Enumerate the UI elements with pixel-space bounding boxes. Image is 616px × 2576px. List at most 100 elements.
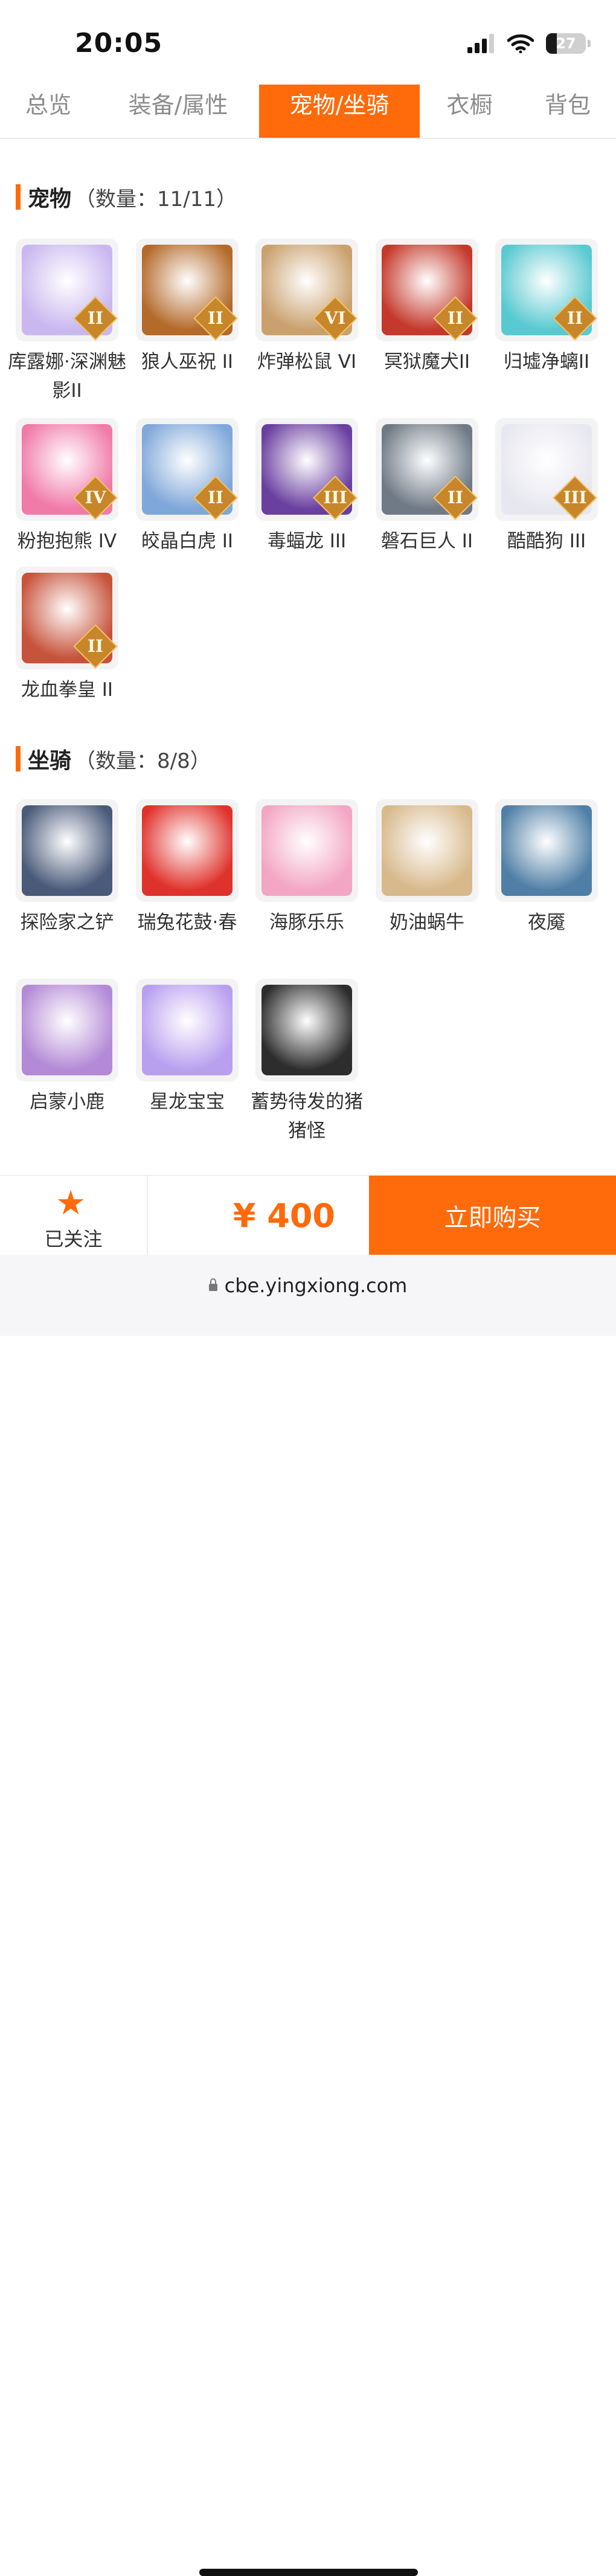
grade-label: II	[207, 488, 224, 507]
item-thumbnail: II	[16, 567, 118, 669]
pet-item[interactable]: II 龙血拳皇 II	[7, 567, 127, 704]
tab-label: 总览	[25, 91, 71, 118]
status-icons: 27	[467, 31, 591, 56]
mount-item[interactable]: 瑞兔花鼓·春	[127, 799, 247, 937]
mount-drum-icon	[142, 805, 233, 896]
item-name: 冥狱魔犬II	[383, 351, 470, 373]
item-thumbnail: IV	[16, 418, 118, 521]
pets-count: （数量：11/11）	[75, 187, 237, 211]
pet-item[interactable]: II 狼人巫祝 II	[127, 239, 247, 376]
mounts-section-title: 坐骑	[28, 749, 72, 773]
pet-item[interactable]: VI 炸弹松鼠 VI	[247, 239, 367, 376]
item-thumbnail: II	[376, 418, 478, 521]
mount-item[interactable]: 启蒙小鹿	[7, 979, 127, 1116]
mount-item[interactable]: 探险家之铲	[7, 799, 127, 937]
item-name: 库露娜·深渊魅影II	[8, 351, 126, 402]
tab-overview[interactable]: 总览	[0, 85, 97, 138]
browser-address-area: cbe.yingxiong.com	[0, 1255, 616, 2576]
pet-item[interactable]: II 磐石巨人 II	[367, 418, 487, 556]
pets-section-header: 宠物 （数量：11/11）	[16, 182, 237, 212]
item-name: 夜魇	[528, 912, 565, 933]
pet-item[interactable]: III 毒蝠龙 III	[247, 418, 367, 556]
tab-label: 背包	[544, 91, 591, 118]
item-thumbnail: III	[255, 418, 358, 521]
item-thumbnail: II	[376, 239, 478, 341]
status-time: 20:05	[75, 28, 163, 59]
pet-item[interactable]: IV 粉抱抱熊 IV	[7, 418, 127, 556]
tab-equipment[interactable]: 装备/属性	[97, 85, 260, 138]
pet-item[interactable]: II 归墟净螭II	[487, 239, 606, 376]
section-accent-bar	[16, 184, 21, 210]
item-name: 蓄势待发的猪猪怪	[251, 1091, 363, 1142]
mount-item[interactable]: 奶油蜗牛	[367, 799, 487, 937]
star-icon: ★	[56, 1183, 86, 1223]
battery-icon: 27	[546, 33, 591, 54]
item-thumbnail	[376, 799, 478, 902]
wifi-icon	[507, 34, 534, 53]
pet-item[interactable]: III 酷酷狗 III	[487, 418, 606, 556]
item-name: 星龙宝宝	[150, 1091, 225, 1113]
mount-pig-icon	[261, 985, 352, 1075]
mount-item[interactable]: 夜魇	[487, 799, 606, 937]
pet-item[interactable]: II 库露娜·深渊魅影II	[7, 239, 127, 405]
follow-button[interactable]: ★ 已关注	[0, 1176, 148, 1255]
item-name: 龙血拳皇 II	[21, 679, 114, 701]
mounts-section-header: 坐骑 （数量：8/8）	[16, 744, 211, 774]
tab-bar: 总览 装备/属性 宠物/坐骑 衣橱 背包	[0, 85, 616, 139]
mount-item[interactable]: 海豚乐乐	[247, 799, 367, 937]
status-bar: 20:05 27	[0, 0, 616, 85]
item-name: 毒蝠龙 III	[267, 530, 347, 552]
grade-label: II	[87, 308, 104, 328]
address-bar[interactable]: cbe.yingxiong.com	[0, 1274, 616, 1297]
item-name: 瑞兔花鼓·春	[137, 912, 237, 933]
item-name: 探险家之铲	[20, 912, 114, 933]
mount-snail-icon	[382, 805, 472, 896]
grade-label: III	[563, 488, 587, 507]
grade-label: II	[447, 488, 464, 507]
item-thumbnail: III	[495, 418, 598, 521]
grade-label: II	[566, 308, 583, 328]
mounts-count: （数量：8/8）	[75, 749, 211, 773]
mount-item[interactable]: 蓄势待发的猪猪怪	[247, 979, 367, 1145]
pet-item[interactable]: II 冥狱魔犬II	[367, 239, 487, 376]
pets-section-title: 宠物	[28, 187, 72, 211]
follow-label: 已关注	[44, 1228, 103, 1251]
item-name: 海豚乐乐	[269, 912, 344, 933]
pet-item[interactable]: II 皎晶白虎 II	[127, 418, 247, 556]
tab-pets-mounts[interactable]: 宠物/坐骑	[259, 85, 420, 138]
mount-dolphin-icon	[261, 805, 352, 896]
item-thumbnail	[136, 799, 239, 902]
battery-level: 27	[556, 35, 576, 52]
mount-shovel-icon	[22, 805, 112, 896]
item-name: 启蒙小鹿	[30, 1091, 104, 1113]
item-thumbnail: VI	[255, 239, 358, 341]
item-thumbnail: II	[136, 239, 239, 341]
item-thumbnail	[255, 799, 358, 902]
mount-star-dragon-icon	[142, 985, 233, 1075]
tab-label: 衣橱	[446, 91, 493, 118]
item-thumbnail	[255, 979, 358, 1081]
mount-item[interactable]: 星龙宝宝	[127, 979, 247, 1116]
home-indicator[interactable]	[199, 2569, 418, 2576]
item-thumbnail: II	[495, 239, 598, 341]
tab-label: 宠物/坐骑	[289, 91, 390, 118]
grade-label: VI	[324, 308, 346, 328]
price: ¥ 400	[233, 1196, 335, 1235]
item-name: 奶油蜗牛	[390, 912, 464, 933]
url-text: cbe.yingxiong.com	[224, 1274, 408, 1297]
tab-backpack[interactable]: 背包	[525, 85, 610, 138]
item-thumbnail: II	[136, 418, 239, 521]
item-name: 狼人巫祝 II	[141, 351, 234, 373]
buy-now-button[interactable]: 立即购买	[369, 1176, 616, 1255]
item-name: 炸弹松鼠 VI	[257, 351, 357, 373]
item-thumbnail: II	[16, 239, 118, 341]
grade-label: II	[207, 308, 224, 328]
item-thumbnail	[136, 979, 239, 1081]
item-thumbnail	[16, 799, 118, 902]
section-accent-bar	[16, 746, 21, 771]
tab-wardrobe[interactable]: 衣橱	[429, 85, 510, 138]
grade-label: III	[323, 488, 347, 507]
grade-label: II	[87, 636, 104, 656]
mount-deer-icon	[22, 985, 112, 1075]
grade-label: II	[447, 308, 464, 328]
